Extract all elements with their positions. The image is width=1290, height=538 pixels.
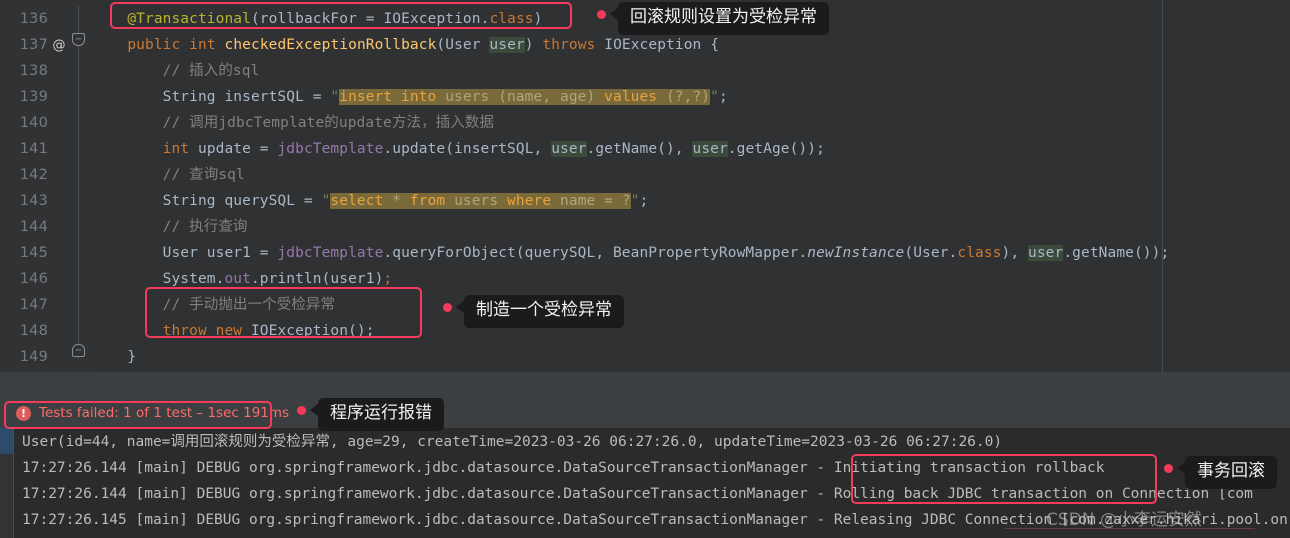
callout-run-error: 程序运行报错 <box>318 398 444 431</box>
callout-tx-rollback: 事务回滚 <box>1185 456 1277 489</box>
code-line[interactable]: // 调用jdbcTemplate的update方法，插入数据 <box>92 110 1290 136</box>
callout-dot-tx-rollback <box>1164 464 1173 473</box>
code-line[interactable]: // 执行查询 <box>92 214 1290 240</box>
code-line[interactable]: int update = jdbcTemplate.update(insertS… <box>92 136 1290 162</box>
test-status-bar: ! Tests failed: 1 of 1 test – 1sec 191ms <box>8 400 301 426</box>
console-log-line: 17:27:26.145 [main] DEBUG org.springfram… <box>22 512 1288 528</box>
error-icon: ! <box>16 405 31 421</box>
code-line[interactable]: System.out.println(user1); <box>92 266 1290 292</box>
line-number: 143 <box>19 193 48 209</box>
console-gutter-divider <box>13 428 14 538</box>
line-number: 144 <box>19 219 48 235</box>
annotation-gutter-icon[interactable]: @ <box>48 38 70 53</box>
line-number: 148 <box>19 323 48 339</box>
code-line[interactable]: } <box>92 344 1290 370</box>
line-number: 140 <box>19 115 48 131</box>
code-line[interactable]: // 查询sql <box>92 162 1290 188</box>
console-gutter-highlight <box>0 428 14 454</box>
code-fold-line <box>78 6 79 358</box>
code-line[interactable]: String querySQL = "select * from users w… <box>92 188 1290 214</box>
line-number: 142 <box>19 167 48 183</box>
line-number: 146 <box>19 271 48 287</box>
console-output[interactable]: User(id=44, name=调用回滚规则为受检异常, age=29, cr… <box>0 428 1290 538</box>
line-number: 139 <box>19 89 48 105</box>
line-number: 141 <box>19 141 48 157</box>
callout-dot-run-error <box>297 406 306 415</box>
code-line[interactable]: // 插入的sql <box>92 58 1290 84</box>
console-log-line: 17:27:26.144 [main] DEBUG org.springfram… <box>22 460 1105 476</box>
fold-marker-end[interactable]: − <box>72 344 85 357</box>
line-number: 136 <box>19 11 48 27</box>
watermark-underline <box>1005 528 1255 529</box>
console-log-line: User(id=44, name=调用回滚规则为受检异常, age=29, cr… <box>22 434 1003 450</box>
code-line[interactable]: public int checkedExceptionRollback(User… <box>92 32 1290 58</box>
test-status-text: Tests failed: 1 of 1 test – 1sec 191ms <box>39 405 290 421</box>
line-number: 145 <box>19 245 48 261</box>
console-gutter <box>0 428 14 538</box>
line-number: 147 <box>19 297 48 313</box>
fold-marker-collapse[interactable]: − <box>72 33 85 46</box>
callout-dot-rollback-rule <box>597 10 606 19</box>
run-console-panel[interactable]: ! Tests failed: 1 of 1 test – 1sec 191ms… <box>0 372 1290 538</box>
code-line[interactable]: // 手动抛出一个受检异常 <box>92 292 1290 318</box>
console-log-line: 17:27:26.144 [main] DEBUG org.springfram… <box>22 486 1253 502</box>
line-number: 138 <box>19 63 48 79</box>
code-line[interactable]: String insertSQL = "insert into users (n… <box>92 84 1290 110</box>
code-editor[interactable]: 136 137 @138 139 140 141 142 143 144 145 146 147 148… <box>0 0 1290 372</box>
line-number: 137 <box>19 37 48 53</box>
code-line[interactable]: throw new IOException(); <box>92 318 1290 344</box>
callout-make-exception: 制造一个受检异常 <box>464 295 624 328</box>
line-number: 149 <box>19 349 48 365</box>
code-line[interactable]: User user1 = jdbcTemplate.queryForObject… <box>92 240 1290 266</box>
callout-rollback-rule: 回滚规则设置为受检异常 <box>618 2 829 35</box>
callout-dot-make-exception <box>443 303 452 312</box>
